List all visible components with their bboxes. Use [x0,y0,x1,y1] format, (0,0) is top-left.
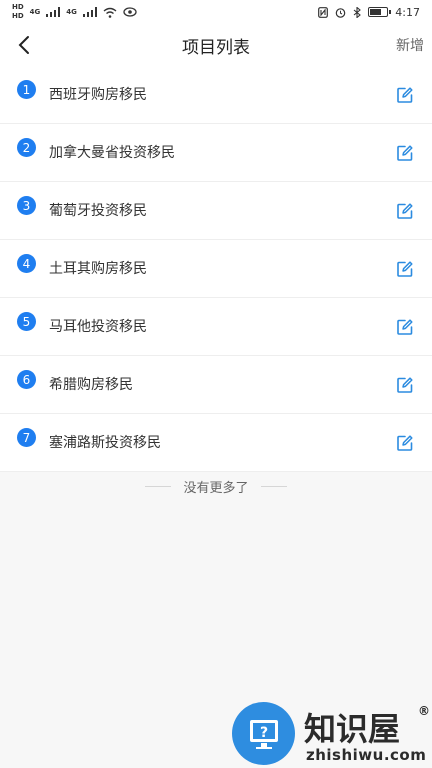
list-item[interactable]: 2 加拿大曼省投资移民 [0,124,432,182]
sim2-label: HD [12,12,24,20]
status-time: 4:17 [395,5,420,19]
edit-icon[interactable] [396,144,414,162]
watermark-reg-mark: ® [418,704,430,718]
sim1-label: HD [12,3,24,11]
signal-icon-2 [82,7,97,17]
page-title: 项目列表 [182,37,250,58]
sim-indicator: HD HD [12,4,24,20]
watermark-title: 知识屋 [304,710,401,748]
nfc-icon [318,6,329,18]
edit-icon[interactable] [396,202,414,220]
project-name: 塞浦路斯投资移民 [49,435,161,451]
project-name: 土耳其购房移民 [49,261,147,277]
back-button[interactable] [14,33,36,57]
edit-icon[interactable] [396,434,414,452]
list-item[interactable]: 4 土耳其购房移民 [0,240,432,298]
list-item[interactable]: 6 希腊购房移民 [0,356,432,414]
index-badge: 2 [17,138,36,157]
edit-icon[interactable] [396,260,414,278]
watermark-logo-icon: ? [232,702,295,765]
network1-label: 4G [29,7,41,16]
divider-right [260,485,287,487]
battery-fill [370,9,382,15]
index-badge: 5 [17,312,36,331]
alarm-icon [335,7,346,18]
project-list: 1 西班牙购房移民 2 加拿大曼省投资移民 3 葡萄牙投资移民 4 土耳其购房移民 5 马耳他投资… [0,66,432,472]
index-badge: 4 [17,254,36,273]
list-item[interactable]: 5 马耳他投资移民 [0,298,432,356]
status-right: 4:17 [318,6,420,19]
watermark-url: zhishiwu.com [306,746,427,764]
list-item[interactable]: 1 西班牙购房移民 [0,66,432,124]
index-badge: 3 [17,196,36,215]
add-button[interactable]: 新增 [396,35,424,55]
no-more-text: 没有更多了 [183,480,249,496]
project-name: 希腊购房移民 [49,377,133,393]
bluetooth-icon [353,6,362,18]
list-item[interactable]: 7 塞浦路斯投资移民 [0,414,432,472]
edit-icon[interactable] [396,86,414,104]
project-name: 西班牙购房移民 [49,87,147,103]
nav-bar: 项目列表 新增 [0,24,432,67]
project-name: 葡萄牙投资移民 [49,203,147,219]
edit-icon[interactable] [396,318,414,336]
battery-icon [368,7,392,17]
index-badge: 1 [17,80,36,99]
project-name: 马耳他投资移民 [49,319,147,335]
project-name: 加拿大曼省投资移民 [49,145,175,161]
signal-icon [46,7,61,17]
svg-text:?: ? [259,725,267,741]
monitor-question-icon: ? [249,719,278,749]
index-badge: 6 [17,370,36,389]
edit-icon[interactable] [396,376,414,394]
watermark: ? 知识屋 ® zhishiwu.com [232,700,432,768]
index-badge: 7 [17,428,36,447]
eye-icon [123,7,137,17]
network2-label: 4G [66,7,77,16]
no-more-indicator: 没有更多了 [0,476,432,496]
wifi-icon [103,7,117,18]
list-item[interactable]: 3 葡萄牙投资移民 [0,182,432,240]
status-bar: HD HD 4G 4G 4:17 [0,0,432,24]
divider-left [145,485,172,487]
status-left: HD HD 4G 4G [12,4,137,20]
